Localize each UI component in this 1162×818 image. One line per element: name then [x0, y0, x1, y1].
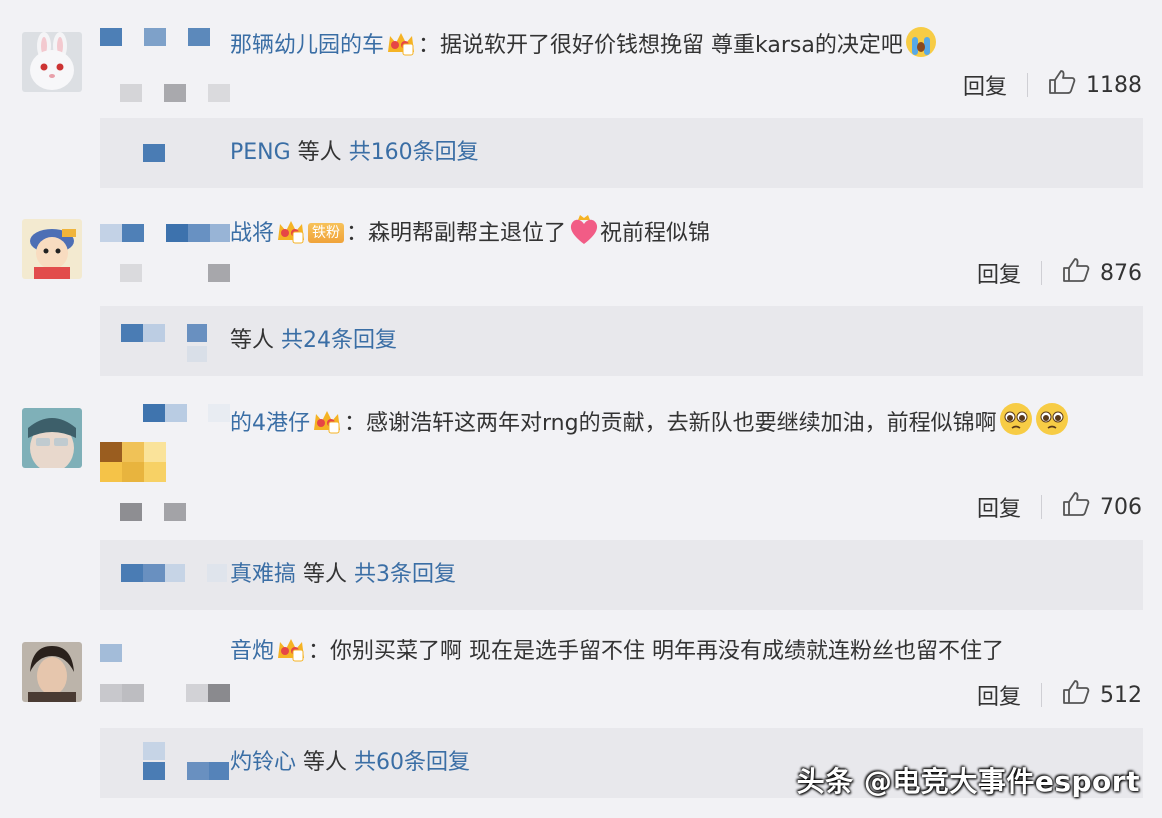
comment-text: 森明帮副帮主退位了 [368, 221, 567, 246]
comment-username[interactable]: 战将 [230, 221, 274, 246]
reply-button[interactable]: 回复 [963, 69, 1007, 101]
reply-names[interactable]: 灼铃心 [230, 750, 296, 775]
reply-summary-bar[interactable]: 等人 共24条回复 [100, 306, 1143, 376]
pleading-face-icon [999, 402, 1033, 445]
comment-actions: 回复 876 [977, 258, 1142, 288]
comment-text: 你别买菜了啊 现在是选手留不住 明年再没有成绩就连粉丝也留不住了 [330, 639, 1005, 664]
vip-crown-icon [276, 636, 306, 671]
comment-line: 音炮 ：你别买菜了啊 现在是选手留不住 明年再没有成绩就连粉丝也留不住了 [230, 636, 1004, 671]
comment-text-after: 祝前程似锦 [600, 221, 711, 246]
crowned-heart-icon [568, 214, 600, 255]
like-count: 876 [1100, 260, 1142, 286]
vip-crown-icon [386, 30, 416, 65]
comment-line: 那辆幼儿园的车 ：据说软开了很好价钱想挽留 尊重karsa的决定吧 [230, 26, 937, 67]
blurred-avatar [143, 144, 165, 162]
thumbs-up-icon[interactable] [1048, 69, 1076, 101]
reply-total-link[interactable]: 共60条回复 [354, 750, 470, 775]
like-count: 1188 [1086, 72, 1142, 98]
divider [1041, 495, 1042, 519]
blurred-avatar [121, 324, 143, 342]
reply-middle: 等人 [303, 750, 348, 775]
vip-crown-icon [312, 408, 342, 443]
reply-total-link[interactable]: 共3条回复 [354, 562, 456, 587]
comment-line: 战将 铁粉 ：森明帮副帮主退位了 祝前程似锦 [230, 214, 710, 255]
comment-separator: ： [346, 221, 369, 246]
user-avatar[interactable] [22, 219, 82, 279]
blurred-avatar [121, 564, 143, 582]
reply-total-link[interactable]: 共24条回复 [281, 328, 397, 353]
user-avatar[interactable] [22, 642, 82, 702]
like-count: 706 [1100, 494, 1142, 520]
reply-button[interactable]: 回复 [977, 257, 1021, 289]
reply-names[interactable]: 真难搞 [230, 562, 296, 587]
comment-separator: ： [308, 639, 331, 664]
comment-text: 据说软开了很好价钱想挽留 尊重karsa的决定吧 [440, 33, 903, 58]
reply-middle: 等人 [303, 562, 348, 587]
reply-button[interactable]: 回复 [977, 491, 1021, 523]
reply-middle: 等人 [230, 328, 275, 353]
reply-total-link[interactable]: 共160条回复 [349, 140, 479, 165]
source-watermark: 头条 @电竞大事件esport [796, 765, 1140, 798]
reply-middle: 等人 [297, 140, 342, 165]
comment-separator: ： [418, 33, 441, 58]
pleading-face-icon [1035, 402, 1069, 445]
comment-actions: 回复 1188 [963, 70, 1142, 100]
comment-username[interactable]: 的4港仔 [230, 411, 310, 436]
thumbs-up-icon[interactable] [1062, 679, 1090, 711]
comment-actions: 回复 706 [977, 492, 1142, 522]
user-avatar[interactable] [22, 408, 82, 468]
comment-username[interactable]: 那辆幼儿园的车 [230, 33, 384, 58]
comment-actions: 回复 512 [977, 680, 1142, 710]
vip-crown-icon [276, 218, 306, 253]
thumbs-up-icon[interactable] [1062, 491, 1090, 523]
comment-line: 的4港仔 ：感谢浩轩这两年对rng的贡献，去新队也要继续加油，前程似锦啊 [230, 402, 1069, 445]
reply-names[interactable]: PENG [230, 140, 291, 165]
comment-username[interactable]: 音炮 [230, 639, 274, 664]
fan-badge: 铁粉 [308, 223, 345, 243]
reply-summary-bar[interactable]: 真难搞 等人 共3条回复 [100, 540, 1143, 610]
crying-face-icon [905, 26, 937, 67]
thumbs-up-icon[interactable] [1062, 257, 1090, 289]
user-avatar[interactable] [22, 32, 82, 92]
reply-summary-bar[interactable]: PENG 等人 共160条回复 [100, 118, 1143, 188]
divider [1041, 683, 1042, 707]
comment-text: 感谢浩轩这两年对rng的贡献，去新队也要继续加油，前程似锦啊 [366, 411, 997, 436]
blurred-avatar [143, 742, 165, 760]
divider [1041, 261, 1042, 285]
reply-button[interactable]: 回复 [977, 679, 1021, 711]
divider [1027, 73, 1028, 97]
like-count: 512 [1100, 682, 1142, 708]
comment-separator: ： [344, 411, 367, 436]
